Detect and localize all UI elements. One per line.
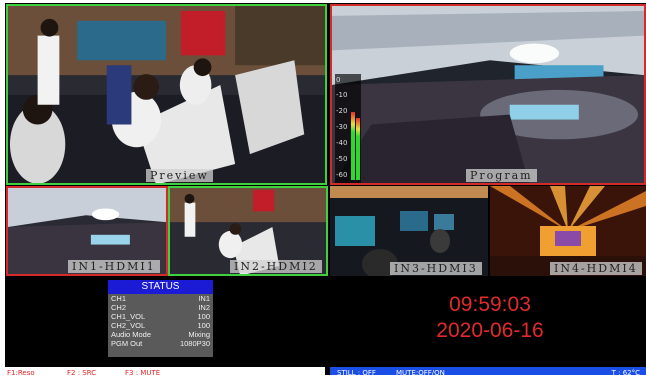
status-row: CH1 IN1	[108, 294, 213, 303]
in1-label: IN1-HDMI1	[68, 260, 160, 273]
clock-time: 09:59:03	[449, 293, 531, 316]
status-value: IN2	[198, 303, 210, 312]
status-row: CH2 IN2	[108, 303, 213, 312]
input-pane-3[interactable]: IN3-HDMI3	[330, 186, 488, 276]
program-label: Program	[466, 169, 537, 182]
clock-date: 2020-06-16	[436, 319, 544, 342]
status-key: PGM Out	[111, 339, 143, 348]
meter-tick: -20	[336, 107, 348, 115]
status-value: 1080P30	[179, 339, 210, 348]
status-row: Audio Mode Mixing	[108, 330, 213, 339]
status-key: CH2	[111, 303, 127, 312]
meter-tick: -60	[336, 171, 348, 179]
input-pane-1[interactable]: IN1-HDMI1	[6, 186, 168, 276]
status-row: PGM Out 1080P30	[108, 339, 213, 348]
status-key: CH2_VOL	[111, 321, 146, 330]
status-value: 100	[197, 312, 210, 321]
status-key: Audio Mode	[111, 330, 152, 339]
f3-mute-key[interactable]: F3 : MUTE	[125, 367, 160, 375]
function-key-bar: F1:Reso F2 : SRC F3 : MUTE	[5, 367, 325, 375]
status-panel: STATUS CH1 IN1 CH2 IN2 CH1_VOL 100 CH2_VOL 1…	[108, 280, 213, 357]
preview-pane[interactable]: Preview	[6, 4, 327, 185]
program-pane[interactable]: 0 -10 -20 -30 -40 -50 -60 Program	[330, 4, 646, 185]
program-image	[332, 6, 644, 183]
status-value: IN1	[198, 294, 210, 303]
status-key: CH1_VOL	[111, 312, 146, 321]
preview-label: Preview	[146, 169, 213, 182]
in2-label: IN2-HDMI2	[230, 260, 322, 273]
meter-bar-left	[351, 112, 355, 180]
f2-source-key[interactable]: F2 : SRC	[67, 367, 96, 375]
f1-resolution-key[interactable]: F1:Reso	[7, 367, 35, 375]
input-pane-2[interactable]: IN2-HDMI2	[168, 186, 328, 276]
status-bar: STILL : OFF MUTE:OFF/ON T : 62°C	[330, 367, 646, 375]
meter-bar-right	[356, 118, 360, 180]
in3-label: IN3-HDMI3	[390, 262, 482, 275]
meter-tick: 0	[336, 76, 341, 84]
status-row: CH2_VOL 100	[108, 321, 213, 330]
mute-status: MUTE:OFF/ON	[396, 369, 445, 375]
status-key: CH1	[111, 294, 127, 303]
status-row: CH1_VOL 100	[108, 312, 213, 321]
status-title: STATUS	[108, 280, 213, 294]
meter-tick: -10	[336, 91, 348, 99]
meter-tick: -40	[336, 139, 348, 147]
status-value: Mixing	[188, 330, 210, 339]
status-value: 100	[197, 321, 210, 330]
temperature-readout: T : 62°C	[611, 369, 640, 375]
audio-level-meter: 0 -10 -20 -30 -40 -50 -60	[335, 74, 361, 183]
in4-label: IN4-HDMI4	[550, 262, 642, 275]
input-pane-4[interactable]: IN4-HDMI4	[490, 186, 646, 276]
meter-tick: -50	[336, 155, 348, 163]
multiviewer-screen: Preview 0 -10 -20 -30 -40 -50 -60 Progra…	[5, 3, 646, 375]
still-status: STILL : OFF	[337, 369, 376, 375]
meter-tick: -30	[336, 123, 348, 131]
preview-image	[8, 6, 325, 183]
